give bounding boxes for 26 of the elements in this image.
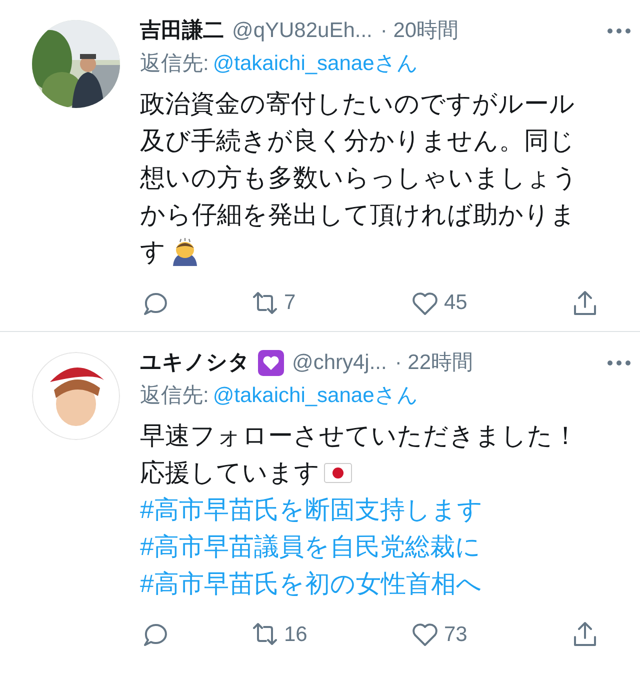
tweet-text: 早速フォローさせていただきました！ (140, 420, 578, 452)
user-handle[interactable]: @qYU82uEh... (232, 16, 372, 46)
timestamp: · 20時間 (380, 18, 459, 44)
display-name[interactable]: ユキノシタ (140, 348, 250, 378)
tweet-text: 応援しています (140, 458, 320, 488)
heart-emoji-icon (258, 350, 284, 376)
tweet-text: 政治資金の寄付したいのですがルール及び手続きが良く分かりません。同じ想いの方も多数いらっしゃいましょうから仔細を発出して頂ければ助かりま (140, 89, 579, 231)
timestamp: · 22時間 (394, 350, 474, 376)
mention-link[interactable]: @takaichi_sanaeさん (212, 378, 418, 414)
retweet-count: 7 (284, 290, 296, 316)
hashtag-link[interactable]: #高市早苗議員を自民党総裁に (140, 528, 481, 566)
reply-label: 返信先: (140, 51, 209, 77)
more-icon[interactable] (606, 358, 632, 366)
like-count: 73 (444, 622, 468, 648)
like-count: 45 (444, 290, 468, 316)
display-name[interactable]: 吉田謙二 (140, 16, 224, 46)
more-icon[interactable] (606, 27, 632, 35)
retweet-count: 16 (284, 622, 308, 648)
reply-label: 返信先: (140, 382, 209, 408)
flag-icon (324, 463, 352, 483)
tweet-text: す (140, 237, 166, 268)
hashtag-link[interactable]: #高市早苗氏を断固支持します (140, 492, 483, 528)
bowing-person-icon (170, 238, 200, 268)
hashtag-link[interactable]: #高市早苗氏を初の女性首相へ (140, 566, 482, 602)
mention-link[interactable]: @takaichi_sanaeさん (212, 46, 418, 82)
user-handle[interactable]: @chry4j... (292, 348, 387, 378)
